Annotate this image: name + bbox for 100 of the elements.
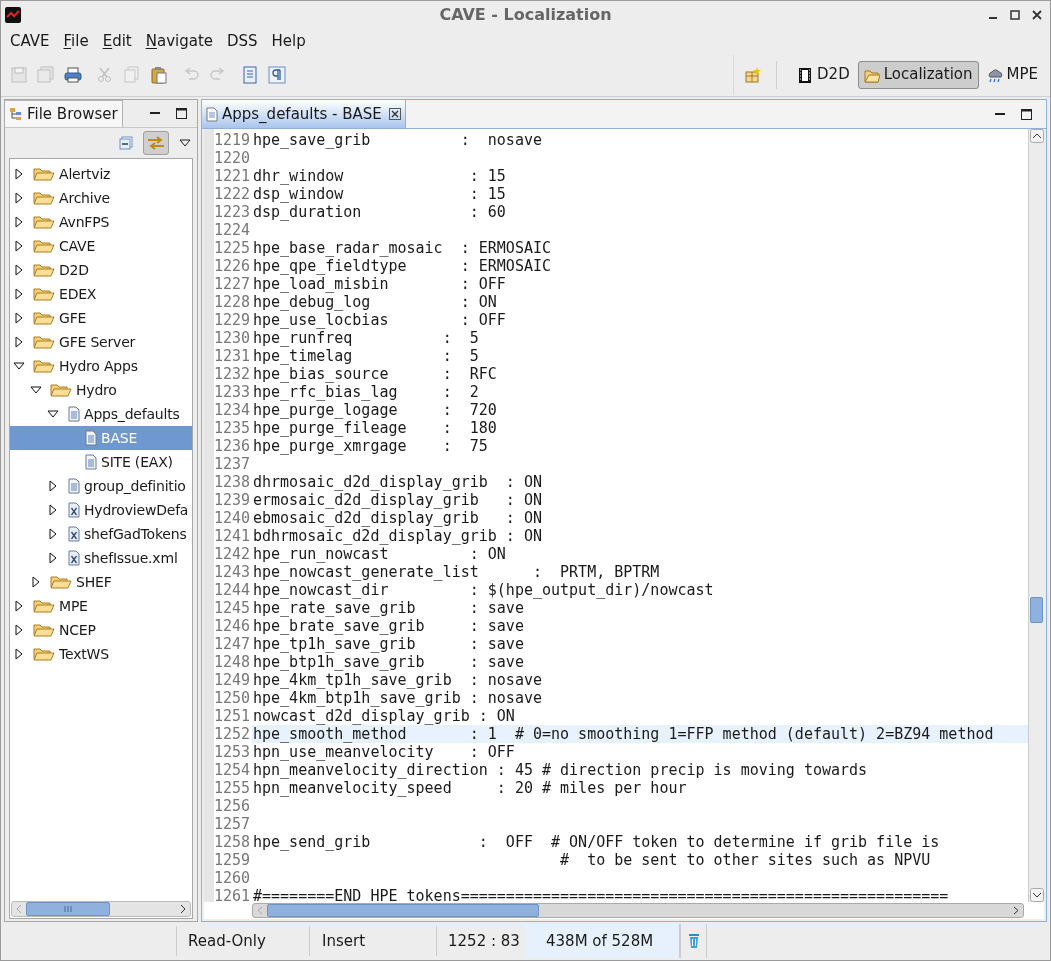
scrollbar-thumb[interactable] (267, 904, 539, 917)
tree-item[interactable]: CAVE (10, 234, 192, 258)
window-title: CAVE - Localization (439, 4, 612, 26)
folder-icon (33, 190, 55, 206)
folder-icon (33, 358, 55, 374)
folder-icon (50, 574, 72, 590)
code-line: ebmosaic_d2d_display_grib : ON (252, 509, 542, 527)
perspective-button[interactable]: MPE (980, 60, 1044, 89)
code-line: ermosaic_d2d_display_grib : ON (252, 491, 542, 509)
tree-item[interactable]: SHEF (10, 570, 192, 594)
view-menu-icon[interactable] (179, 139, 191, 147)
link-arrows-icon (147, 136, 165, 150)
code-line: bdhrmosaic_d2d_display_grib : ON (252, 527, 542, 545)
collapse-arrow-icon[interactable] (30, 384, 42, 396)
perspective-button[interactable]: Localization (857, 60, 979, 89)
scrollbar-thumb[interactable] (1030, 597, 1043, 623)
menu-item[interactable]: File (63, 29, 89, 53)
code-line: hpe_send_grib : OFF # ON/OFF token to determine if grib file is (252, 833, 940, 851)
expand-arrow-icon[interactable] (13, 240, 25, 252)
code-line: nowcast_d2d_display_grib : ON (252, 707, 515, 725)
code-line: dsp_duration : 60 (252, 203, 506, 221)
expand-arrow-icon[interactable] (13, 336, 25, 348)
code-line: hpe_qpe_fieldtype : ERMOSAIC (252, 257, 551, 275)
expand-arrow-icon[interactable] (13, 216, 25, 228)
code-line: hpe_runfreq : 5 (252, 329, 479, 347)
expand-arrow-icon[interactable] (13, 288, 25, 300)
tree-item[interactable]: group_definitio (10, 474, 192, 498)
tree-item[interactable]: GFE (10, 306, 192, 330)
code-line: hpe_save_grib : nosave (252, 131, 542, 149)
code-line: dhr_window : 15 (252, 167, 506, 185)
menu-item[interactable]: CAVE (10, 29, 50, 53)
code-line: # to be sent to other sites such as NPVU (559, 851, 931, 869)
maximize-icon[interactable] (1010, 10, 1020, 20)
expand-arrow-icon[interactable] (47, 504, 59, 516)
expand-arrow-icon[interactable] (13, 624, 25, 636)
folder-icon (33, 646, 55, 662)
code-line: hpe_purge_fileage : 180 (252, 419, 497, 437)
line-number: 1252 (214, 725, 252, 743)
expand-arrow-icon[interactable] (47, 552, 59, 564)
tree-item[interactable]: GFE Server (10, 330, 192, 354)
xml-file-icon (68, 502, 80, 518)
scroll-up-icon[interactable] (1029, 129, 1044, 143)
code-line: hpe_use_locbias : OFF (252, 311, 506, 329)
menu-item[interactable]: Edit (102, 29, 132, 53)
collapse-arrow-icon[interactable] (47, 408, 59, 420)
code-line: hpe_tp1h_save_grib : save (252, 635, 524, 653)
collapse-all-icon[interactable] (119, 136, 133, 150)
tree-item[interactable]: HydroviewDefa (10, 498, 192, 522)
document-icon (68, 406, 80, 422)
tree-item[interactable]: Apps_defaults (10, 402, 192, 426)
code-line: hpe_nowcast_dir : $(hpe_output_dir)/nowcast (252, 581, 714, 599)
open-perspective-icon[interactable] (744, 65, 763, 84)
close-icon[interactable] (1032, 10, 1042, 20)
menu-item[interactable]: Help (271, 29, 306, 53)
expand-arrow-icon[interactable] (13, 600, 25, 612)
paste-icon[interactable] (150, 65, 168, 84)
tree-item[interactable]: AvnFPS (10, 210, 192, 234)
scroll-down-icon[interactable] (1029, 888, 1044, 902)
expand-arrow-icon[interactable] (47, 528, 59, 540)
tree-item[interactable]: MPE (10, 594, 192, 618)
perspective-button[interactable]: D2D (791, 60, 856, 89)
collapse-arrow-icon[interactable] (13, 360, 25, 372)
close-icon[interactable] (388, 108, 401, 120)
code-line: hpe_brate_save_grib : save (252, 617, 524, 635)
read-only-status: Read-Only (177, 926, 310, 956)
tree-item[interactable]: EDEX (10, 282, 192, 306)
tree-item[interactable]: shefIssue.xml (10, 546, 192, 570)
tree-item[interactable]: Hydro Apps (10, 354, 192, 378)
maximize-icon[interactable] (176, 108, 187, 119)
tree-item[interactable]: D2D (10, 258, 192, 282)
maximize-icon[interactable] (1021, 109, 1032, 120)
scrollbar-thumb[interactable] (26, 902, 110, 916)
tree-item[interactable]: Archive (10, 186, 192, 210)
code-line: hpe_nowcast_generate_list : PRTM, BPTRM (252, 563, 660, 581)
line-number: 1261 (214, 887, 252, 902)
code-line: hpe_purge_xmrgage : 75 (252, 437, 488, 455)
folder-icon (50, 382, 72, 398)
xml-file-icon (68, 550, 80, 566)
tree-item[interactable]: Hydro (10, 378, 192, 402)
expand-arrow-icon[interactable] (13, 312, 25, 324)
expand-arrow-icon[interactable] (13, 192, 25, 204)
expand-arrow-icon[interactable] (47, 480, 59, 492)
trash-icon[interactable] (687, 933, 700, 949)
pilcrow-icon[interactable] (268, 65, 286, 84)
menu-item[interactable]: Navigate (145, 29, 213, 53)
expand-arrow-icon[interactable] (13, 168, 25, 180)
expand-arrow-icon[interactable] (13, 648, 25, 660)
editor-tab[interactable]: Apps_defaults - BASE (202, 100, 406, 128)
expand-arrow-icon[interactable] (13, 264, 25, 276)
expand-arrow-icon[interactable] (30, 576, 42, 588)
menu-item[interactable]: DSS (227, 29, 258, 53)
tree-item[interactable]: TextWS (10, 642, 192, 666)
file-browser-tab[interactable]: File Browser (5, 100, 123, 127)
tree-item[interactable]: NCEP (10, 618, 192, 642)
tree-item[interactable]: shefGadTokens (10, 522, 192, 546)
cloud-icon (986, 66, 1003, 83)
code-line: #========END HPE tokens====================================================== (252, 887, 949, 902)
tree-item[interactable]: Alertviz (10, 162, 192, 186)
print-icon[interactable] (64, 65, 82, 84)
tree-item[interactable]: SITE (EAX) (10, 450, 192, 474)
